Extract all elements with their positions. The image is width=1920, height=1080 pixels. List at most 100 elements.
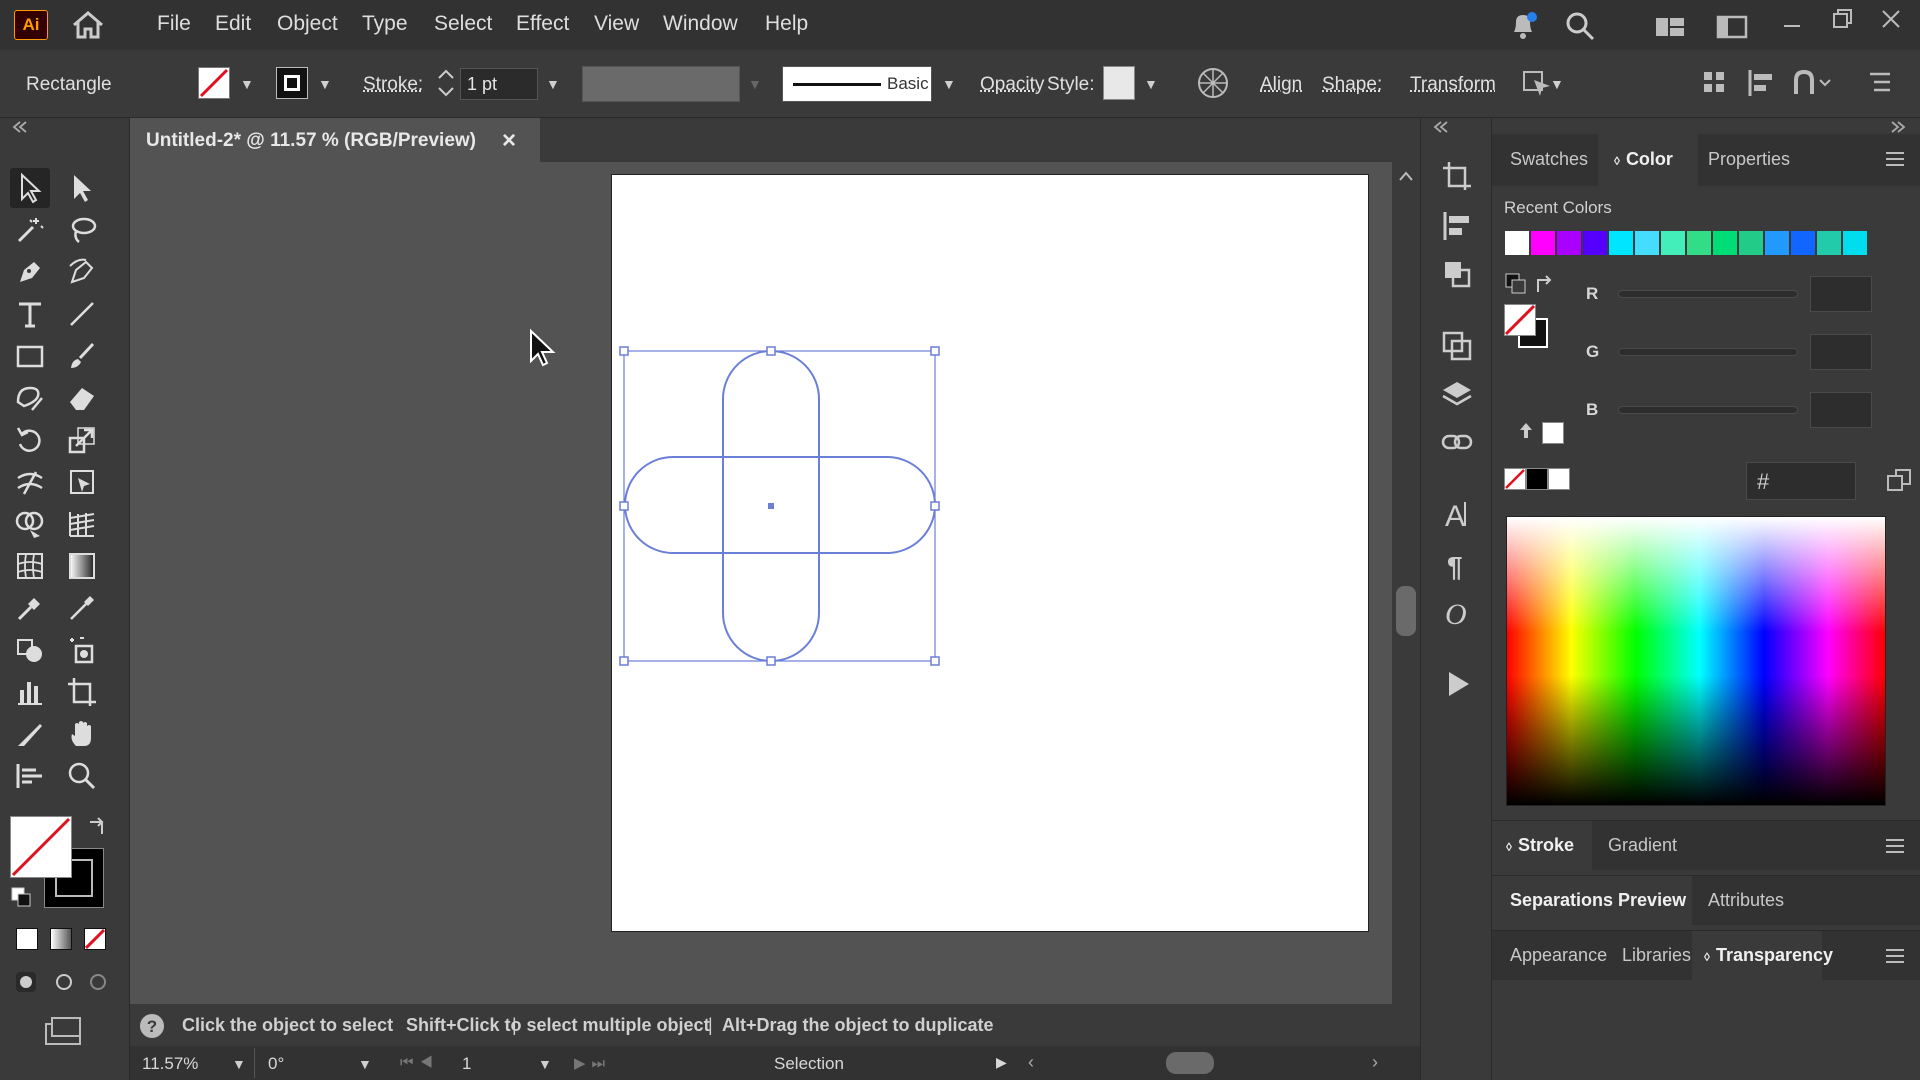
shape-label[interactable]: Shape: — [1322, 74, 1382, 96]
none-mode-button[interactable] — [84, 928, 106, 950]
measure-tool[interactable] — [62, 588, 102, 628]
hand-tool[interactable] — [62, 714, 102, 754]
recent-color-swatch[interactable] — [1738, 230, 1764, 256]
status-mode[interactable]: Selection — [774, 1054, 844, 1074]
hex-input[interactable]: # — [1746, 462, 1856, 500]
menu-view[interactable]: View — [594, 12, 639, 36]
toolbar-fill-swatch[interactable] — [10, 816, 72, 878]
tab-transparency[interactable]: ◊ Transparency — [1704, 945, 1833, 966]
quick-black-swatch[interactable] — [1526, 468, 1548, 490]
zoom-dropdown-icon[interactable]: ▼ — [232, 1056, 246, 1072]
graphic-style-swatch[interactable] — [1103, 66, 1135, 100]
brush-dropdown-icon[interactable]: ▼ — [942, 76, 956, 92]
menu-help[interactable]: Help — [765, 12, 808, 36]
rotation-value[interactable]: 0° — [268, 1054, 284, 1074]
home-icon[interactable] — [70, 10, 106, 40]
mesh-tool[interactable] — [10, 546, 50, 586]
transform-label[interactable]: Transform — [1410, 74, 1496, 96]
rectangle-tool[interactable] — [10, 336, 50, 376]
recent-color-swatch[interactable] — [1660, 230, 1686, 256]
draw-modes-icons[interactable] — [14, 968, 114, 996]
hscroll-right-icon[interactable]: › — [1372, 1052, 1378, 1073]
align-label[interactable]: Align — [1260, 74, 1302, 96]
recent-color-swatch[interactable] — [1504, 230, 1530, 256]
tab-attributes[interactable]: Attributes — [1708, 890, 1784, 911]
panel-fill-swatch[interactable] — [1504, 304, 1536, 336]
gradient-tool[interactable] — [62, 546, 102, 586]
r-slider[interactable] — [1618, 290, 1798, 298]
selection-tool[interactable] — [10, 168, 50, 208]
paragraph-panel-icon[interactable]: ¶ — [1441, 548, 1473, 580]
close-window-icon[interactable] — [1878, 6, 1904, 32]
quick-white-swatch[interactable] — [1548, 468, 1570, 490]
panel-menu-icon[interactable] — [1886, 152, 1904, 166]
shaper-tool[interactable] — [10, 378, 50, 418]
tab-gradient[interactable]: Gradient — [1608, 835, 1677, 856]
rotate-tool[interactable] — [10, 420, 50, 460]
recolor-artwork-icon[interactable] — [1196, 66, 1230, 100]
character-panel-icon[interactable]: A — [1441, 498, 1473, 530]
pathfinder-panel-icon[interactable] — [1441, 330, 1473, 362]
recent-color-swatch[interactable] — [1686, 230, 1712, 256]
brush-definition[interactable]: Basic — [782, 66, 932, 102]
stroke-label[interactable]: Stroke: — [363, 74, 423, 96]
swap-fill-stroke-icon[interactable] — [86, 814, 110, 838]
lasso-tool[interactable] — [62, 210, 102, 250]
align-distribute-icon[interactable] — [1700, 68, 1728, 98]
stroke-weight-input[interactable]: 1 pt — [460, 68, 538, 100]
status-menu-arrow-icon[interactable]: ▶ — [996, 1054, 1007, 1071]
free-transform-tool[interactable] — [62, 462, 102, 502]
color-mode-small-icon[interactable] — [1504, 272, 1528, 296]
restore-icon[interactable] — [1830, 6, 1856, 32]
g-value-input[interactable] — [1810, 334, 1872, 370]
tab-separations-preview[interactable]: Separations Preview — [1510, 890, 1686, 911]
align-panel-icon[interactable] — [1441, 210, 1473, 242]
paintbrush-tool[interactable] — [62, 336, 102, 376]
menu-edit[interactable]: Edit — [215, 12, 251, 36]
artboard-dropdown-icon[interactable]: ▼ — [538, 1056, 552, 1072]
scroll-thumb[interactable] — [1396, 586, 1416, 636]
hscroll-left-icon[interactable]: ‹ — [1028, 1052, 1034, 1073]
g-slider[interactable] — [1618, 348, 1798, 356]
default-fill-stroke-icon[interactable] — [10, 886, 34, 910]
profile-dropdown-icon[interactable]: ▼ — [748, 76, 762, 92]
stroke-stepper-icon[interactable] — [436, 66, 456, 100]
pen-tool[interactable] — [10, 252, 50, 292]
menu-file[interactable]: File — [157, 12, 191, 36]
recent-color-swatch[interactable] — [1790, 230, 1816, 256]
menu-effect[interactable]: Effect — [516, 12, 569, 36]
menu-object[interactable]: Object — [277, 12, 338, 36]
color-mode-button[interactable] — [16, 928, 38, 950]
tab-swatches[interactable]: Swatches — [1510, 149, 1588, 170]
arrange-documents-icon[interactable] — [1716, 14, 1748, 40]
slice-tool[interactable] — [10, 714, 50, 754]
tab-libraries[interactable]: Libraries — [1622, 945, 1691, 966]
recent-color-swatch[interactable] — [1608, 230, 1634, 256]
notification-bell-icon[interactable] — [1508, 10, 1538, 42]
opentype-panel-icon[interactable]: O — [1441, 596, 1473, 628]
stroke-panel-menu-icon[interactable] — [1886, 839, 1904, 853]
fill-swatch[interactable] — [198, 67, 230, 99]
minimize-icon[interactable] — [1780, 12, 1804, 36]
recent-color-swatch[interactable] — [1764, 230, 1790, 256]
curvature-tool[interactable] — [62, 252, 102, 292]
magic-wand-tool[interactable] — [10, 210, 50, 250]
menu-window[interactable]: Window — [663, 12, 738, 36]
rotation-dropdown-icon[interactable]: ▼ — [358, 1056, 372, 1072]
eyedropper-tool[interactable] — [10, 588, 50, 628]
appearance-panel-menu-icon[interactable] — [1886, 949, 1904, 963]
scale-tool[interactable] — [62, 420, 102, 460]
artboard-number[interactable]: 1 — [462, 1054, 471, 1074]
b-value-input[interactable] — [1810, 392, 1872, 428]
collapse-dock-icon[interactable] — [1888, 120, 1908, 134]
stroke-weight-dropdown-icon[interactable]: ▼ — [546, 76, 560, 92]
isolate-object-icon[interactable] — [1520, 66, 1554, 100]
help-icon[interactable]: ? — [138, 1012, 166, 1040]
menu-select[interactable]: Select — [434, 12, 492, 36]
recent-color-swatch[interactable] — [1582, 230, 1608, 256]
zoom-tool[interactable] — [62, 756, 102, 796]
print-tiling-tool[interactable] — [10, 756, 50, 796]
tab-stroke[interactable]: ◊ Stroke — [1506, 835, 1574, 856]
close-tab-icon[interactable]: × — [502, 127, 516, 155]
workspace-layout-icon[interactable] — [1654, 14, 1686, 40]
